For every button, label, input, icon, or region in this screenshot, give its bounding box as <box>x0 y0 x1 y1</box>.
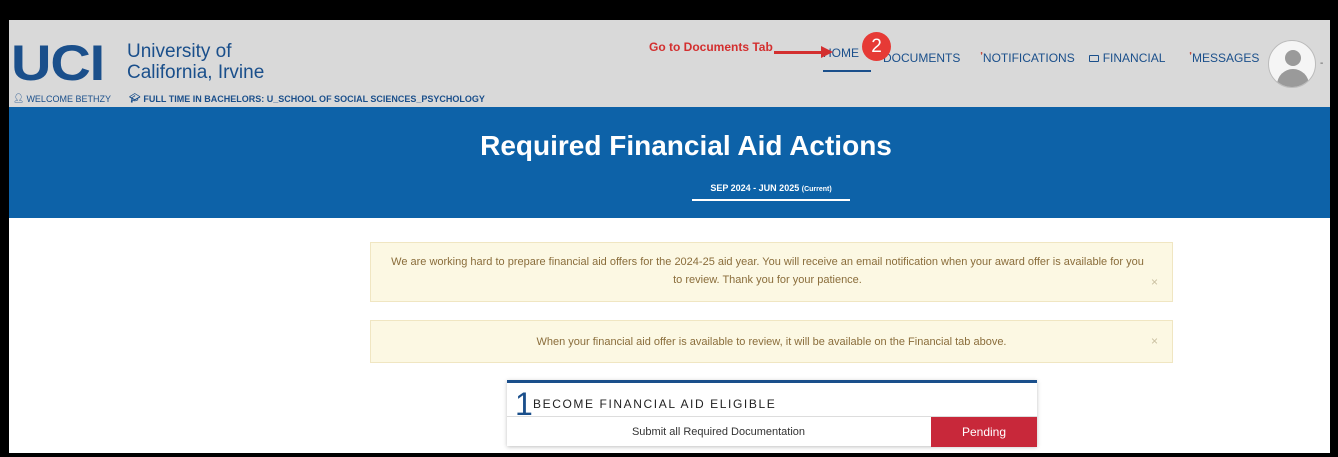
program-info: 🎓︎ FULL TIME IN BACHELORS: U_SCHOOL OF S… <box>129 93 485 104</box>
nav-financial[interactable]: FINANCIAL <box>1088 51 1166 65</box>
tab-aid-year[interactable]: SEP 2024 - JUN 2025 (Current) <box>692 183 850 201</box>
status-badge: Pending <box>931 417 1037 447</box>
top-header: UCI University of California, Irvine 👤︎ … <box>9 20 1330 107</box>
logo-line-1: University of <box>127 41 232 62</box>
app-frame: UCI University of California, Irvine 👤︎ … <box>9 20 1330 453</box>
annotation-arrowhead-icon <box>821 46 833 58</box>
nav-notifications-label: NOTIFICATIONS <box>982 51 1075 65</box>
graduation-cap-icon: 🎓︎ <box>128 93 141 103</box>
annotation-label: Go to Documents Tab <box>649 40 773 54</box>
nav-messages-label: MESSAGES <box>1191 51 1260 65</box>
annotation-step-badge: 2 <box>862 32 891 61</box>
avatar-body <box>1277 69 1309 87</box>
nav-financial-label: FINANCIAL <box>1102 51 1166 65</box>
program-text: FULL TIME IN BACHELORS: U_SCHOOL OF SOCI… <box>143 93 485 104</box>
step-card: 1 BECOME FINANCIAL AID ELIGIBLE Submit a… <box>507 380 1037 447</box>
logo-line-2: California, Irvine <box>127 62 265 83</box>
alert-text: We are working hard to prepare financial… <box>391 256 1144 286</box>
tab-current-tag: (Current) <box>801 186 832 193</box>
close-icon[interactable]: × <box>1151 273 1158 291</box>
welcome-text: WELCOME BETHZY <box>26 93 111 104</box>
menu-more[interactable]: - <box>1320 58 1323 69</box>
uci-logo[interactable]: UCI University of California, Irvine <box>11 38 264 88</box>
close-icon[interactable]: × <box>1151 332 1158 350</box>
avatar-icon[interactable] <box>1268 40 1316 88</box>
tab-aid-year-label: SEP 2024 - JUN 2025 <box>710 183 800 193</box>
step-title: BECOME FINANCIAL AID ELIGIBLE <box>533 397 777 411</box>
welcome-row: 👤︎ WELCOME BETHZY 🎓︎ FULL TIME IN BACHEL… <box>13 93 485 104</box>
nav-documents[interactable]: DOCUMENTS <box>883 51 960 65</box>
logo-wordmark: University of California, Irvine <box>127 41 307 83</box>
card-icon <box>1088 55 1099 63</box>
avatar-head <box>1285 50 1301 66</box>
nav-messages[interactable]: ❜MESSAGES <box>1189 51 1259 65</box>
step-task[interactable]: Submit all Required Documentation <box>507 417 930 447</box>
alert-text: When your financial aid offer is availab… <box>536 336 1007 348</box>
user-icon: 👤︎ <box>13 93 25 103</box>
nav-notifications[interactable]: ❜NOTIFICATIONS <box>980 51 1074 65</box>
alert-offer-prep: We are working hard to prepare financial… <box>370 242 1173 302</box>
logo-mark: UCI <box>11 35 105 91</box>
page-banner: Required Financial Aid Actions SEP 2024 … <box>9 107 1330 218</box>
alert-offer-location: When your financial aid offer is availab… <box>370 320 1173 363</box>
step-task-row[interactable]: Submit all Required Documentation Pendin… <box>507 416 1037 447</box>
annotation-arrow-icon <box>774 51 824 54</box>
step-number: 1 <box>515 386 533 422</box>
page-title: Required Financial Aid Actions <box>480 130 892 161</box>
